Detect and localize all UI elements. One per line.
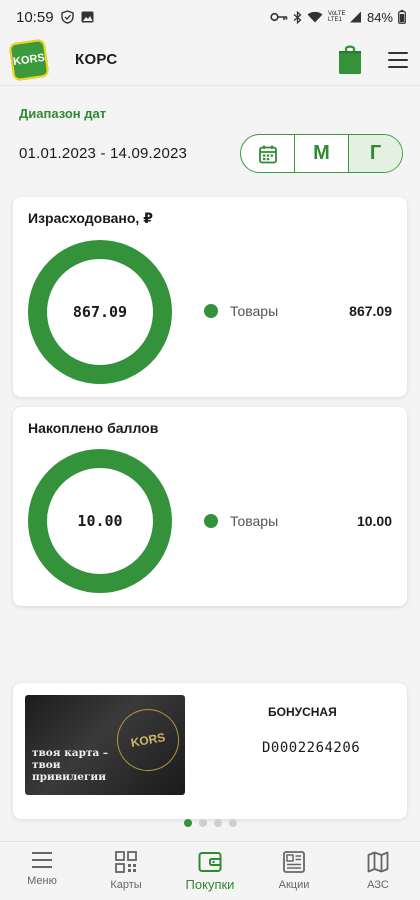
map-icon (367, 851, 389, 873)
promo-icon (283, 851, 305, 873)
legend-label: Товары (230, 303, 279, 319)
date-range-value[interactable]: 01.01.2023 - 14.09.2023 (19, 145, 187, 162)
app-title: КОРС (75, 51, 118, 68)
card-brand-emblem: KORS (112, 704, 184, 776)
legend-item: Товары (204, 513, 278, 529)
battery-icon (398, 10, 406, 24)
spent-donut-chart: 867.09 (28, 240, 172, 384)
legend-dot (204, 304, 218, 318)
nav-promotions[interactable]: Акции (252, 842, 336, 900)
year-button[interactable]: Г (348, 135, 402, 172)
spent-total: 867.09 (72, 303, 128, 321)
points-total: 10.00 (77, 512, 123, 530)
nav-label: Меню (27, 875, 57, 887)
nav-label: Покупки (185, 877, 235, 892)
pager-dot[interactable] (184, 819, 192, 827)
spent-card: Израсходовано, ₽ 867.09 Товары 867.09 (13, 197, 407, 397)
pager-dot[interactable] (229, 819, 237, 827)
shopping-bag-icon[interactable] (338, 45, 362, 75)
menu-icon (32, 852, 52, 868)
calendar-icon (258, 145, 277, 163)
period-selector: М Г (240, 134, 403, 173)
bonus-card-number: D0002264206 (262, 740, 361, 756)
nav-menu[interactable]: Меню (0, 842, 84, 900)
pager-dot[interactable] (199, 819, 207, 827)
month-button[interactable]: М (294, 135, 348, 172)
nav-gas-stations[interactable]: АЗС (336, 842, 420, 900)
bluetooth-icon (293, 10, 302, 24)
app-header: KORS КОРС (0, 34, 420, 86)
pager-dots (184, 819, 237, 827)
points-card: Накоплено баллов 10.00 Товары 10.00 (13, 407, 407, 606)
status-bar: 10:59 VoLTE LTE1 84% (0, 0, 420, 34)
pager-dot[interactable] (214, 819, 222, 827)
nav-cards[interactable]: Карты (84, 842, 168, 900)
signal-icon (349, 11, 361, 23)
bonus-card-title: БОНУСНАЯ (268, 705, 337, 719)
wallet-icon (198, 852, 222, 872)
points-donut-chart: 10.00 (28, 449, 172, 593)
kors-logo[interactable]: KORS (8, 38, 50, 81)
bonus-card[interactable]: KORS твоя карта – твои привилегии БОНУСН… (13, 683, 407, 819)
nav-purchases[interactable]: Покупки (168, 842, 252, 900)
network-label: VoLTE LTE1 (327, 11, 346, 23)
bottom-nav: Меню Карты Покупки Акции АЗС (0, 841, 420, 900)
date-range-label: Диапазон дат (19, 106, 107, 121)
spent-card-title: Израсходовано, ₽ (28, 210, 153, 226)
legend-item: Товары (204, 303, 278, 319)
logo-text: KORS (12, 51, 46, 68)
gallery-icon (81, 11, 94, 23)
points-card-title: Накоплено баллов (28, 420, 159, 436)
nav-label: АЗС (367, 879, 389, 891)
status-time: 10:59 (16, 8, 54, 26)
qr-icon (115, 851, 137, 873)
legend-value: 867.09 (349, 303, 392, 319)
key-icon (270, 12, 288, 22)
loyalty-card-image: KORS твоя карта – твои привилегии (25, 695, 185, 795)
legend-label: Товары (230, 513, 279, 529)
hamburger-menu-icon[interactable] (388, 51, 408, 68)
battery-percent: 84% (366, 9, 393, 25)
legend-dot (204, 514, 218, 528)
nav-label: Акции (278, 879, 310, 891)
card-slogan: твоя карта – твои привилегии (32, 747, 109, 783)
legend-value: 10.00 (356, 513, 392, 529)
shield-icon (60, 10, 74, 24)
nav-label: Карты (110, 879, 142, 891)
wifi-icon (307, 11, 323, 23)
calendar-button[interactable] (241, 135, 294, 172)
